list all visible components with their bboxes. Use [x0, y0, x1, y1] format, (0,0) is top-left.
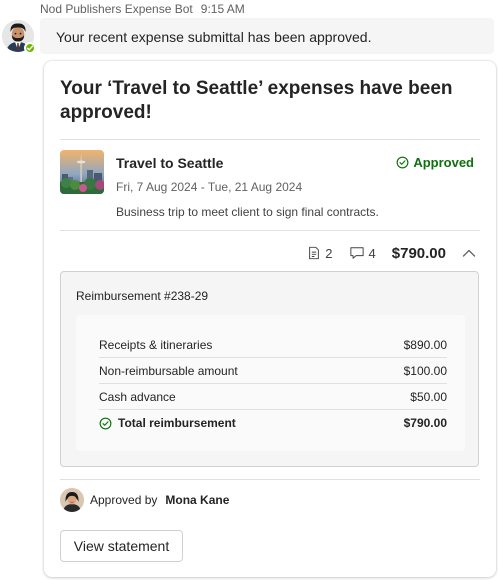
- approver-name: Mona Kane: [165, 493, 230, 507]
- message-meta: Nod Publishers Expense Bot 9:15 AM: [40, 2, 245, 16]
- line-item-amount: $50.00: [410, 389, 447, 404]
- divider: [60, 139, 480, 140]
- trip-description: Business trip to meet client to sign fin…: [116, 205, 379, 219]
- expense-card: Your ‘Travel to Seattle’ expenses have b…: [44, 61, 496, 577]
- line-item-cash-advance: Cash advance $50.00: [99, 384, 447, 410]
- status-badge: Approved: [396, 155, 474, 170]
- message-bubble: Your recent expense submittal has been a…: [40, 18, 494, 54]
- expense-summary: 2 4 $790.00: [307, 241, 476, 265]
- line-item-non-reimbursable: Non-reimbursable amount $100.00: [99, 358, 447, 384]
- line-item-receipts: Receipts & itineraries $890.00: [99, 332, 447, 358]
- comments-count[interactable]: 4: [349, 246, 376, 261]
- line-item-amount: $790.00: [403, 416, 447, 430]
- comments-count-value: 4: [368, 245, 376, 261]
- view-statement-button[interactable]: View statement: [60, 530, 183, 562]
- approver-avatar[interactable]: [60, 488, 84, 512]
- trip-dates: Fri, 7 Aug 2024 - Tue, 21 Aug 2024: [116, 180, 303, 194]
- checkmark-circle-icon: [99, 417, 112, 429]
- line-item-label: Receipts & itineraries: [99, 337, 213, 352]
- approved-by-label: Approved by: [90, 493, 158, 507]
- presence-available-icon: [24, 42, 36, 54]
- line-item-amount: $890.00: [403, 337, 447, 352]
- sender-name: Nod Publishers Expense Bot: [40, 2, 193, 16]
- line-item-label: Non-reimbursable amount: [99, 363, 238, 378]
- seattle-skyline-image: [60, 150, 104, 194]
- message-time: 9:15 AM: [200, 2, 245, 16]
- chevron-up-icon[interactable]: [462, 248, 476, 258]
- reimbursement-breakdown: Receipts & itineraries $890.00 Non-reimb…: [76, 315, 465, 451]
- card-title: Your ‘Travel to Seattle’ expenses have b…: [60, 78, 453, 123]
- receipts-count[interactable]: 2: [307, 245, 333, 261]
- reimbursement-title: Reimbursement #238-29: [76, 289, 209, 303]
- divider: [60, 230, 480, 231]
- receipt-icon: [309, 246, 320, 260]
- trip-name: Travel to Seattle: [116, 155, 224, 171]
- approval-info: Approved by Mona Kane: [60, 488, 229, 512]
- expense-total: $790.00: [391, 244, 446, 262]
- reimbursement-panel: Reimbursement #238-29 Receipts & itinera…: [60, 271, 479, 467]
- line-item-total: Total reimbursement $790.00: [99, 410, 447, 436]
- checkmark-circle-icon: [396, 156, 409, 169]
- bot-avatar[interactable]: [2, 20, 36, 54]
- message-text: Your recent expense submittal has been a…: [56, 29, 372, 45]
- receipts-count-value: 2: [325, 245, 333, 261]
- status-label: Approved: [413, 155, 474, 170]
- comment-icon: [349, 247, 364, 259]
- line-item-amount: $100.00: [403, 363, 447, 378]
- line-item-label: Cash advance: [99, 389, 176, 404]
- divider: [60, 479, 480, 480]
- chat-message: Nod Publishers Expense Bot 9:15 AM Your r…: [0, 0, 498, 580]
- line-item-label: Total reimbursement: [118, 416, 236, 430]
- total-label-group: Total reimbursement: [99, 416, 236, 430]
